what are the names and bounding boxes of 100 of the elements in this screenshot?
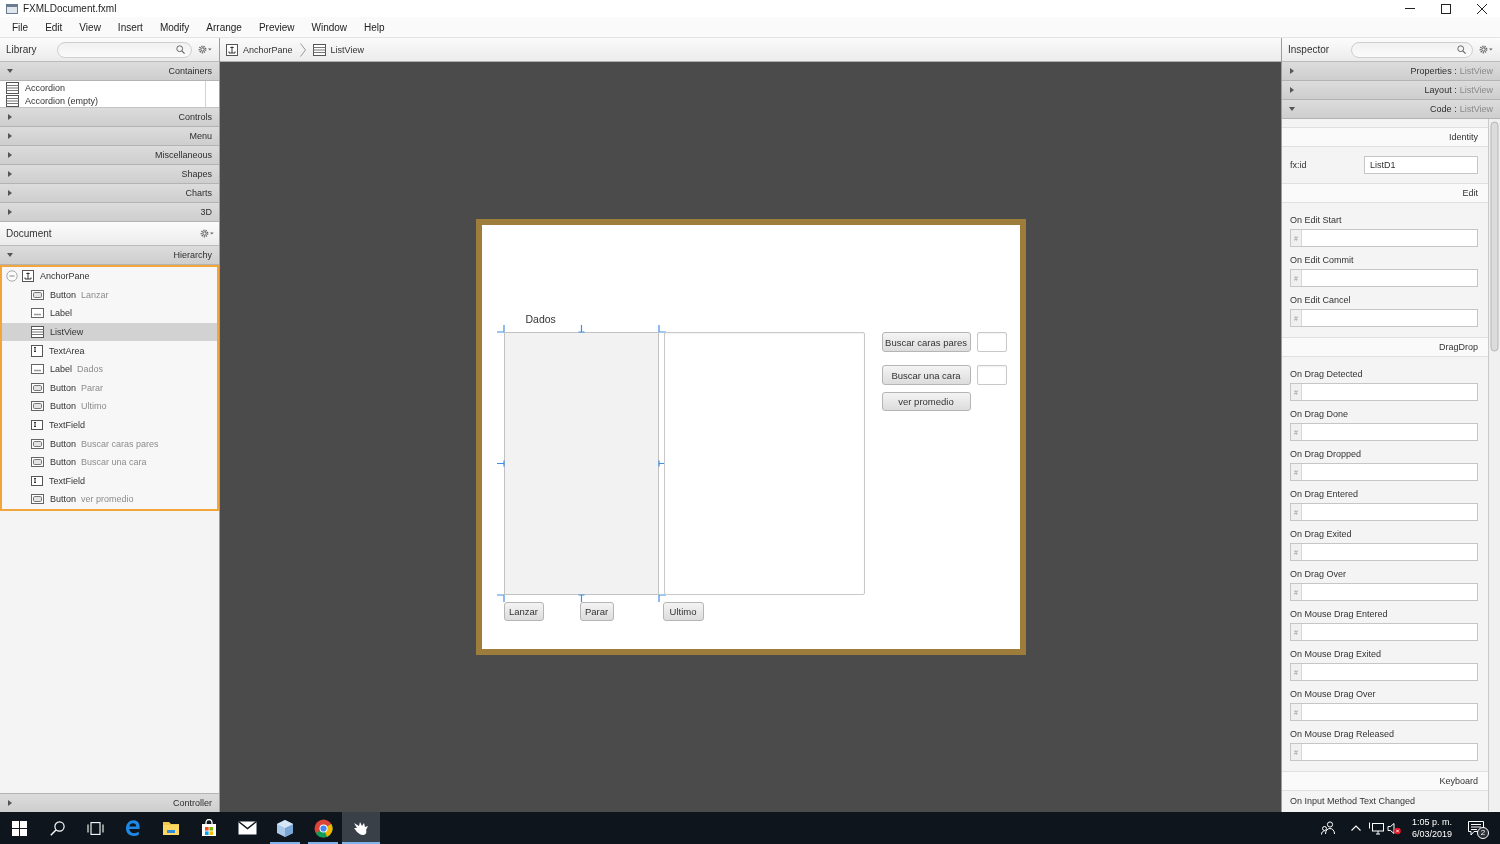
tree-item[interactable]: Button Buscar una cara — [2, 452, 217, 472]
library-item[interactable]: Accordion (empty) — [0, 94, 205, 107]
button-control-icon — [31, 457, 44, 468]
canvas-button[interactable]: ver promedio — [881, 392, 971, 411]
search-field[interactable] — [1351, 41, 1474, 58]
label-control-icon — [31, 308, 44, 319]
section-header[interactable]: Miscellaneous — [0, 146, 219, 165]
breadcrumb-item[interactable]: AnchorPane — [226, 43, 293, 56]
library-item[interactable]: Accordion — [0, 82, 205, 95]
field-label: On Mouse Drag Released — [1290, 728, 1396, 741]
text-cursor-icon — [31, 420, 43, 431]
settings-icon[interactable] — [200, 229, 214, 238]
button-control-icon — [31, 438, 44, 449]
menu-item[interactable]: Insert — [109, 19, 151, 35]
app-window-icon — [6, 3, 18, 14]
section-header[interactable]: Hierarchy — [0, 246, 219, 265]
canvas-button[interactable]: Lanzar — [503, 602, 544, 621]
section-header[interactable]: Layout : ListView — [1282, 81, 1500, 100]
tree-item[interactable]: Button Parar — [2, 378, 217, 398]
canvas-button[interactable]: Parar — [579, 602, 614, 621]
field-label: On Input Method Text Changed — [1290, 795, 1416, 808]
field-label: On Drag Entered — [1290, 488, 1360, 501]
group-heading: Keyboard — [1282, 771, 1488, 791]
search-icon — [1457, 45, 1467, 54]
network-icon — [1368, 821, 1384, 835]
menu-item[interactable]: File — [4, 19, 37, 35]
chevron-icon — [299, 42, 306, 57]
settings-icon[interactable] — [197, 45, 212, 54]
chevron-up-icon — [1351, 825, 1361, 831]
tree-item[interactable]: Button Buscar caras pares — [2, 434, 217, 453]
group-heading: DragDrop — [1282, 337, 1488, 357]
field-label: On Edit Start — [1290, 214, 1343, 227]
field-label: On Mouse Drag Over — [1290, 688, 1377, 701]
tree-item[interactable]: TextArea — [2, 341, 217, 360]
maximize-icon — [1441, 3, 1451, 14]
label-control-icon — [31, 364, 44, 375]
canvas-button[interactable]: Ultimo — [662, 602, 704, 621]
menu-item[interactable]: Window — [303, 19, 356, 35]
section-header[interactable]: Controller — [0, 793, 219, 812]
section-header[interactable]: Containers — [0, 62, 219, 81]
tree-item[interactable]: AnchorPane — [2, 267, 217, 286]
section-header[interactable]: Menu — [0, 127, 219, 146]
tree-item[interactable]: Button Ultimo — [2, 397, 217, 416]
button-control-icon — [31, 401, 44, 412]
section-header[interactable]: Code : ListView — [1282, 100, 1500, 119]
field-label: On Edit Commit — [1290, 254, 1355, 267]
field-label: On Drag Over — [1290, 568, 1348, 581]
tree-item[interactable]: Button ver promedio — [2, 490, 217, 509]
anchor-pane-icon — [226, 43, 238, 56]
section-header[interactable]: 3D — [0, 203, 219, 222]
search-field[interactable] — [56, 41, 192, 58]
menu-item[interactable]: Help — [356, 19, 393, 35]
menu-item[interactable]: Modify — [151, 19, 198, 35]
cube-icon — [276, 818, 294, 838]
field-label: On Drag Exited — [1290, 528, 1353, 541]
scrollbar[interactable] — [1488, 119, 1500, 811]
action-center-button[interactable]: 2 — [1461, 812, 1491, 844]
tree-item[interactable]: Button Lanzar — [2, 285, 217, 305]
canvas-button[interactable]: Buscar una cara — [881, 365, 971, 385]
field-label: On Mouse Drag Exited — [1290, 648, 1383, 661]
list-icon — [31, 326, 44, 339]
notification-icon — [1468, 820, 1484, 836]
section-header[interactable]: Properties : ListView — [1282, 62, 1500, 81]
tree-item[interactable]: Label — [2, 304, 217, 323]
window-title: FXMLDocument.fxml — [23, 3, 117, 14]
field-label: On Drag Done — [1290, 408, 1350, 421]
settings-icon[interactable] — [1479, 45, 1494, 54]
text-field[interactable] — [976, 332, 1007, 352]
taskbar-app[interactable] — [342, 812, 380, 844]
menu-item[interactable]: Edit — [37, 19, 71, 35]
canvas-button[interactable]: Buscar caras pares — [881, 332, 971, 352]
tree-item[interactable]: TextField — [2, 415, 217, 435]
field-label: On Drag Dropped — [1290, 448, 1363, 461]
people-icon — [1321, 821, 1335, 835]
clock-time[interactable]: 1:05 p. m. — [1412, 816, 1452, 828]
tree-item[interactable]: Label Dados — [2, 359, 217, 379]
breadcrumb-item[interactable]: ListView — [312, 43, 364, 56]
envelope-icon — [237, 821, 257, 835]
search-icon — [175, 45, 185, 54]
tree-item[interactable]: TextField — [2, 471, 217, 491]
section-header[interactable]: Charts — [0, 184, 219, 203]
field-label: On Drag Detected — [1290, 368, 1364, 381]
menu-item[interactable]: Preview — [250, 19, 303, 35]
button-control-icon — [31, 382, 44, 393]
menu-item[interactable]: View — [71, 19, 109, 35]
text-field[interactable] — [976, 365, 1007, 385]
tree-item[interactable]: ListView — [2, 322, 217, 342]
search-icon — [49, 820, 65, 836]
section-header[interactable]: Shapes — [0, 165, 219, 184]
fxid-field[interactable]: ListD1 — [1364, 156, 1478, 174]
menu-item[interactable]: Arrange — [198, 19, 250, 35]
field-label: On Mouse Drag Entered — [1290, 608, 1389, 621]
section-header[interactable]: Controls — [0, 108, 219, 127]
folder-icon — [162, 820, 180, 836]
field-label: fx:id — [1290, 160, 1307, 170]
browser-logo-icon — [124, 819, 142, 837]
windows-logo-icon — [11, 820, 27, 836]
canvas-label: Dados — [525, 313, 556, 325]
text-cursor-icon — [31, 344, 43, 357]
clock-date[interactable]: 6/03/2019 — [1411, 828, 1452, 840]
